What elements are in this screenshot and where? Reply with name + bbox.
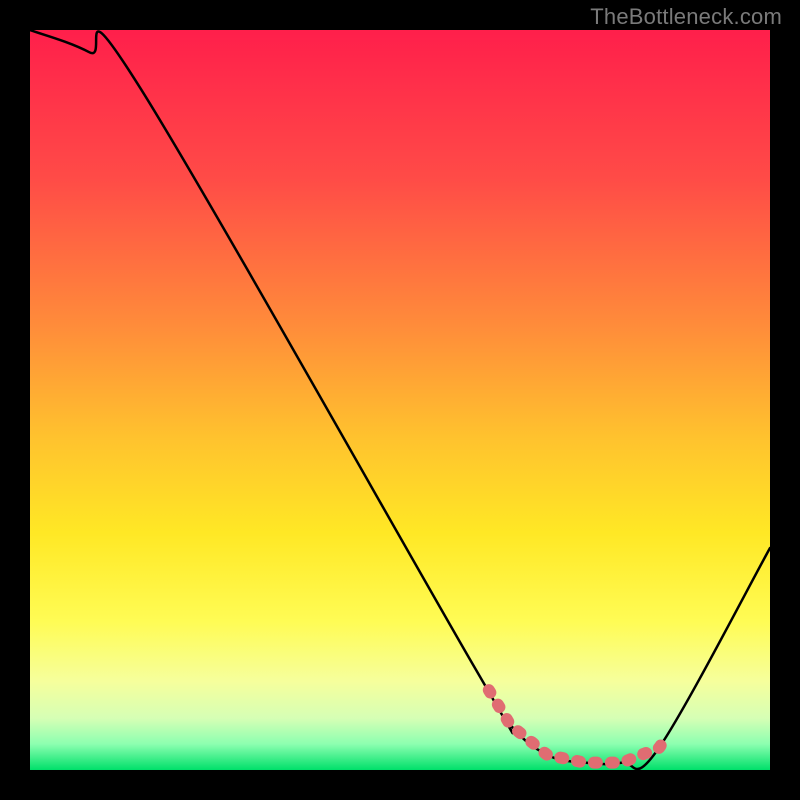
chart-highlight — [30, 30, 770, 770]
watermark-text: TheBottleneck.com — [590, 4, 782, 30]
highlight-path — [489, 690, 667, 763]
chart-plot-area — [30, 30, 770, 770]
